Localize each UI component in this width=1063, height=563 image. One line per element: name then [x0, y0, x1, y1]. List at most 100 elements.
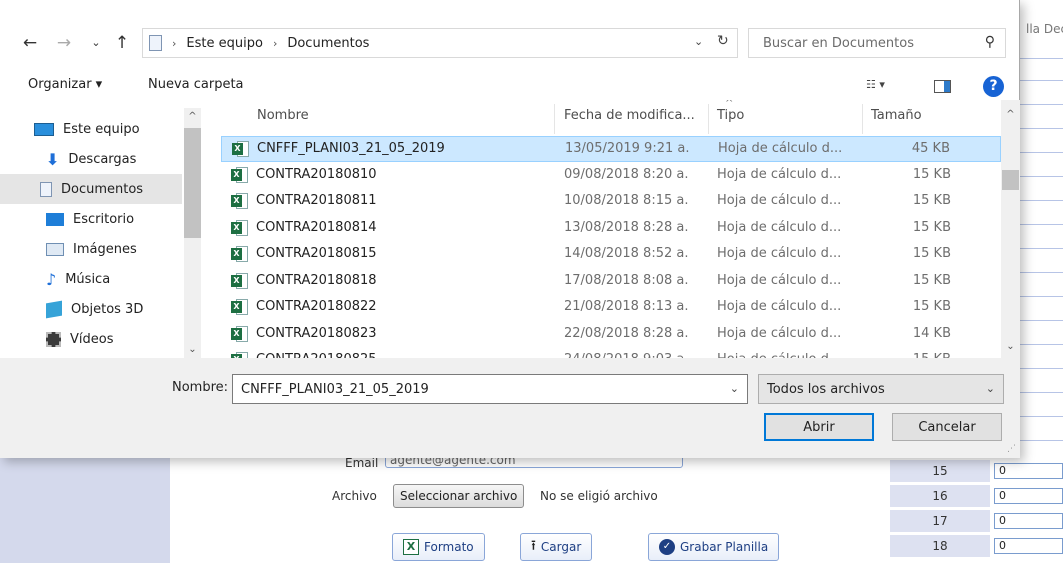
nav-item-documentos[interactable]: Documentos: [0, 174, 182, 204]
file-scroll-thumb[interactable]: [1002, 170, 1019, 190]
scroll-up-icon[interactable]: ^: [184, 108, 201, 125]
file-date: 13/08/2018 8:28 a.: [564, 220, 689, 235]
column-header-type[interactable]: Tipo: [717, 108, 744, 123]
address-dropdown-icon[interactable]: ⌄: [694, 35, 703, 48]
breadcrumb-documentos[interactable]: Documentos: [287, 36, 369, 51]
file-size: 15 KB: [912, 193, 951, 208]
address-bar[interactable]: › Este equipo › Documentos ⌄ ↻: [142, 28, 738, 58]
excel-file-icon: X: [231, 325, 248, 343]
file-row[interactable]: X CONTRA20180810 09/08/2018 8:20 a. Hoja …: [221, 163, 1001, 189]
file-type: Hoja de cálculo d...: [717, 167, 842, 182]
file-size: 15 KB: [912, 220, 951, 235]
column-header-name[interactable]: Nombre: [257, 108, 309, 123]
excel-icon: X: [403, 539, 419, 555]
archivo-label: Archivo: [332, 489, 377, 503]
file-row[interactable]: X CONTRA20180818 17/08/2018 8:08 a. Hoja …: [221, 269, 1001, 295]
file-date: 22/08/2018 8:28 a.: [564, 326, 689, 341]
file-row[interactable]: X CONTRA20180822 21/08/2018 8:13 a. Hoja …: [221, 295, 1001, 321]
column-header-date[interactable]: Fecha de modifica...: [564, 108, 695, 123]
search-input[interactable]: Buscar en Documentos ⚲: [748, 28, 1006, 58]
breadcrumb-separator: ›: [172, 36, 177, 50]
nav-item-videos[interactable]: Vídeos: [34, 324, 192, 354]
upload-button[interactable]: ⭱ Cargar: [520, 533, 593, 561]
file-name: CONTRA20180811: [256, 193, 377, 208]
format-label: Formato: [424, 540, 474, 554]
view-options-icon[interactable]: ☷ ▾: [866, 78, 896, 91]
chevron-down-icon[interactable]: ⌄: [730, 382, 739, 395]
excel-file-icon: X: [231, 219, 248, 237]
grid-row-number: 17: [890, 510, 990, 532]
file-name-cell: X CONTRA20180825: [231, 348, 377, 358]
grid-value-cell[interactable]: 0: [994, 538, 1063, 554]
forward-arrow-icon[interactable]: →: [52, 31, 76, 55]
music-note-icon: ♪: [46, 269, 57, 289]
file-row[interactable]: X CONTRA20180811 10/08/2018 8:15 a. Hoja …: [221, 189, 1001, 215]
file-type-filter[interactable]: Todos los archivos ⌄: [758, 374, 1004, 404]
film-icon: [46, 331, 61, 347]
search-placeholder: Buscar en Documentos: [763, 35, 914, 51]
help-icon[interactable]: ?: [983, 76, 1004, 97]
new-folder-button[interactable]: Nueva carpeta: [148, 77, 244, 92]
nav-scroll-thumb[interactable]: [184, 128, 201, 238]
filename-label: Nombre:: [172, 380, 229, 395]
scroll-down-icon[interactable]: ⌄: [184, 341, 201, 358]
file-list-scrollbar[interactable]: ^ ⌄: [1001, 100, 1020, 358]
search-icon[interactable]: ⚲: [985, 34, 995, 50]
file-row[interactable]: X CNFFF_PLANI03_21_05_2019 13/05/2019 9:2…: [221, 136, 1001, 162]
breadcrumb-este-equipo[interactable]: Este equipo: [186, 36, 263, 51]
file-type: Hoja de cálculo d...: [717, 246, 842, 261]
nav-item-objetos-3d[interactable]: Objetos 3D: [34, 294, 192, 324]
file-name: CONTRA20180825: [256, 348, 377, 358]
file-row[interactable]: X CONTRA20180814 13/08/2018 8:28 a. Hoja …: [221, 216, 1001, 242]
upload-label: Cargar: [540, 540, 582, 554]
file-row[interactable]: X CONTRA20180815 14/08/2018 8:52 a. Hoja …: [221, 242, 1001, 268]
grid-row-number: 18: [890, 535, 990, 557]
back-arrow-icon[interactable]: ←: [18, 31, 42, 55]
filter-value: Todos los archivos: [767, 381, 885, 397]
resize-grip-icon[interactable]: ⋰: [1007, 444, 1016, 454]
grid-value-cell[interactable]: 0: [994, 463, 1063, 479]
chevron-down-icon[interactable]: ⌄: [986, 382, 995, 395]
filename-input[interactable]: CNFFF_PLANI03_21_05_2019 ⌄: [232, 374, 748, 404]
up-arrow-icon[interactable]: ↑: [110, 31, 134, 55]
file-size: 15 KB: [912, 246, 951, 261]
scroll-down-icon[interactable]: ⌄: [1002, 338, 1019, 355]
file-name-cell: X CONTRA20180810: [231, 163, 377, 187]
file-name: CONTRA20180823: [256, 326, 377, 341]
file-date: 09/08/2018 8:20 a.: [564, 167, 689, 182]
file-row[interactable]: X CONTRA20180825 24/08/2018 9:03 a. Hoja …: [221, 348, 1001, 358]
organize-menu[interactable]: Organizar ▾: [28, 77, 102, 92]
nav-scrollbar[interactable]: ^ ⌄: [184, 108, 201, 358]
file-row[interactable]: X CONTRA20180823 22/08/2018 8:28 a. Hoja …: [221, 322, 1001, 348]
cancel-button[interactable]: Cancelar: [892, 413, 1002, 441]
save-sheet-button[interactable]: ✓ Grabar Planilla: [648, 533, 780, 561]
select-file-label: Seleccionar archivo: [400, 489, 518, 503]
file-name-cell: X CONTRA20180814: [231, 216, 377, 240]
nav-item-escritorio[interactable]: Escritorio: [34, 204, 192, 234]
nav-item-descargas[interactable]: ⬇ Descargas: [34, 144, 192, 174]
refresh-icon[interactable]: ↻: [717, 33, 729, 49]
grid-value-cell[interactable]: 0: [994, 488, 1063, 504]
preview-pane-icon[interactable]: [934, 80, 951, 93]
recent-chevron-icon[interactable]: ⌄: [84, 31, 108, 55]
nav-item-musica[interactable]: ♪ Música: [34, 264, 192, 294]
file-name: CNFFF_PLANI03_21_05_2019: [257, 141, 445, 156]
open-button[interactable]: Abrir: [764, 413, 874, 441]
select-file-button[interactable]: Seleccionar archivo: [393, 484, 525, 508]
upload-icon: ⭱: [531, 538, 536, 554]
nav-item-este-equipo[interactable]: Este equipo: [22, 114, 180, 144]
file-date: 10/08/2018 8:15 a.: [564, 193, 689, 208]
dialog-footer: Nombre: CNFFF_PLANI03_21_05_2019 ⌄ Todos…: [0, 358, 1020, 458]
grid-value-cell[interactable]: 0: [994, 513, 1063, 529]
column-header-size[interactable]: Tamaño: [871, 108, 922, 123]
nav-item-imagenes[interactable]: Imágenes: [34, 234, 192, 264]
format-button[interactable]: X Formato: [392, 533, 485, 561]
nav-label: Música: [65, 271, 111, 287]
number-grid: 15 0 16 0 17 0 18 0: [890, 458, 1063, 563]
scroll-up-icon[interactable]: ^: [1002, 106, 1019, 123]
file-name-cell: X CONTRA20180823: [231, 322, 377, 346]
file-date: 13/05/2019 9:21 a.: [565, 141, 690, 156]
file-size: 15 KB: [912, 273, 951, 288]
file-date: 21/08/2018 8:13 a.: [564, 299, 689, 314]
cancel-label: Cancelar: [918, 419, 976, 435]
